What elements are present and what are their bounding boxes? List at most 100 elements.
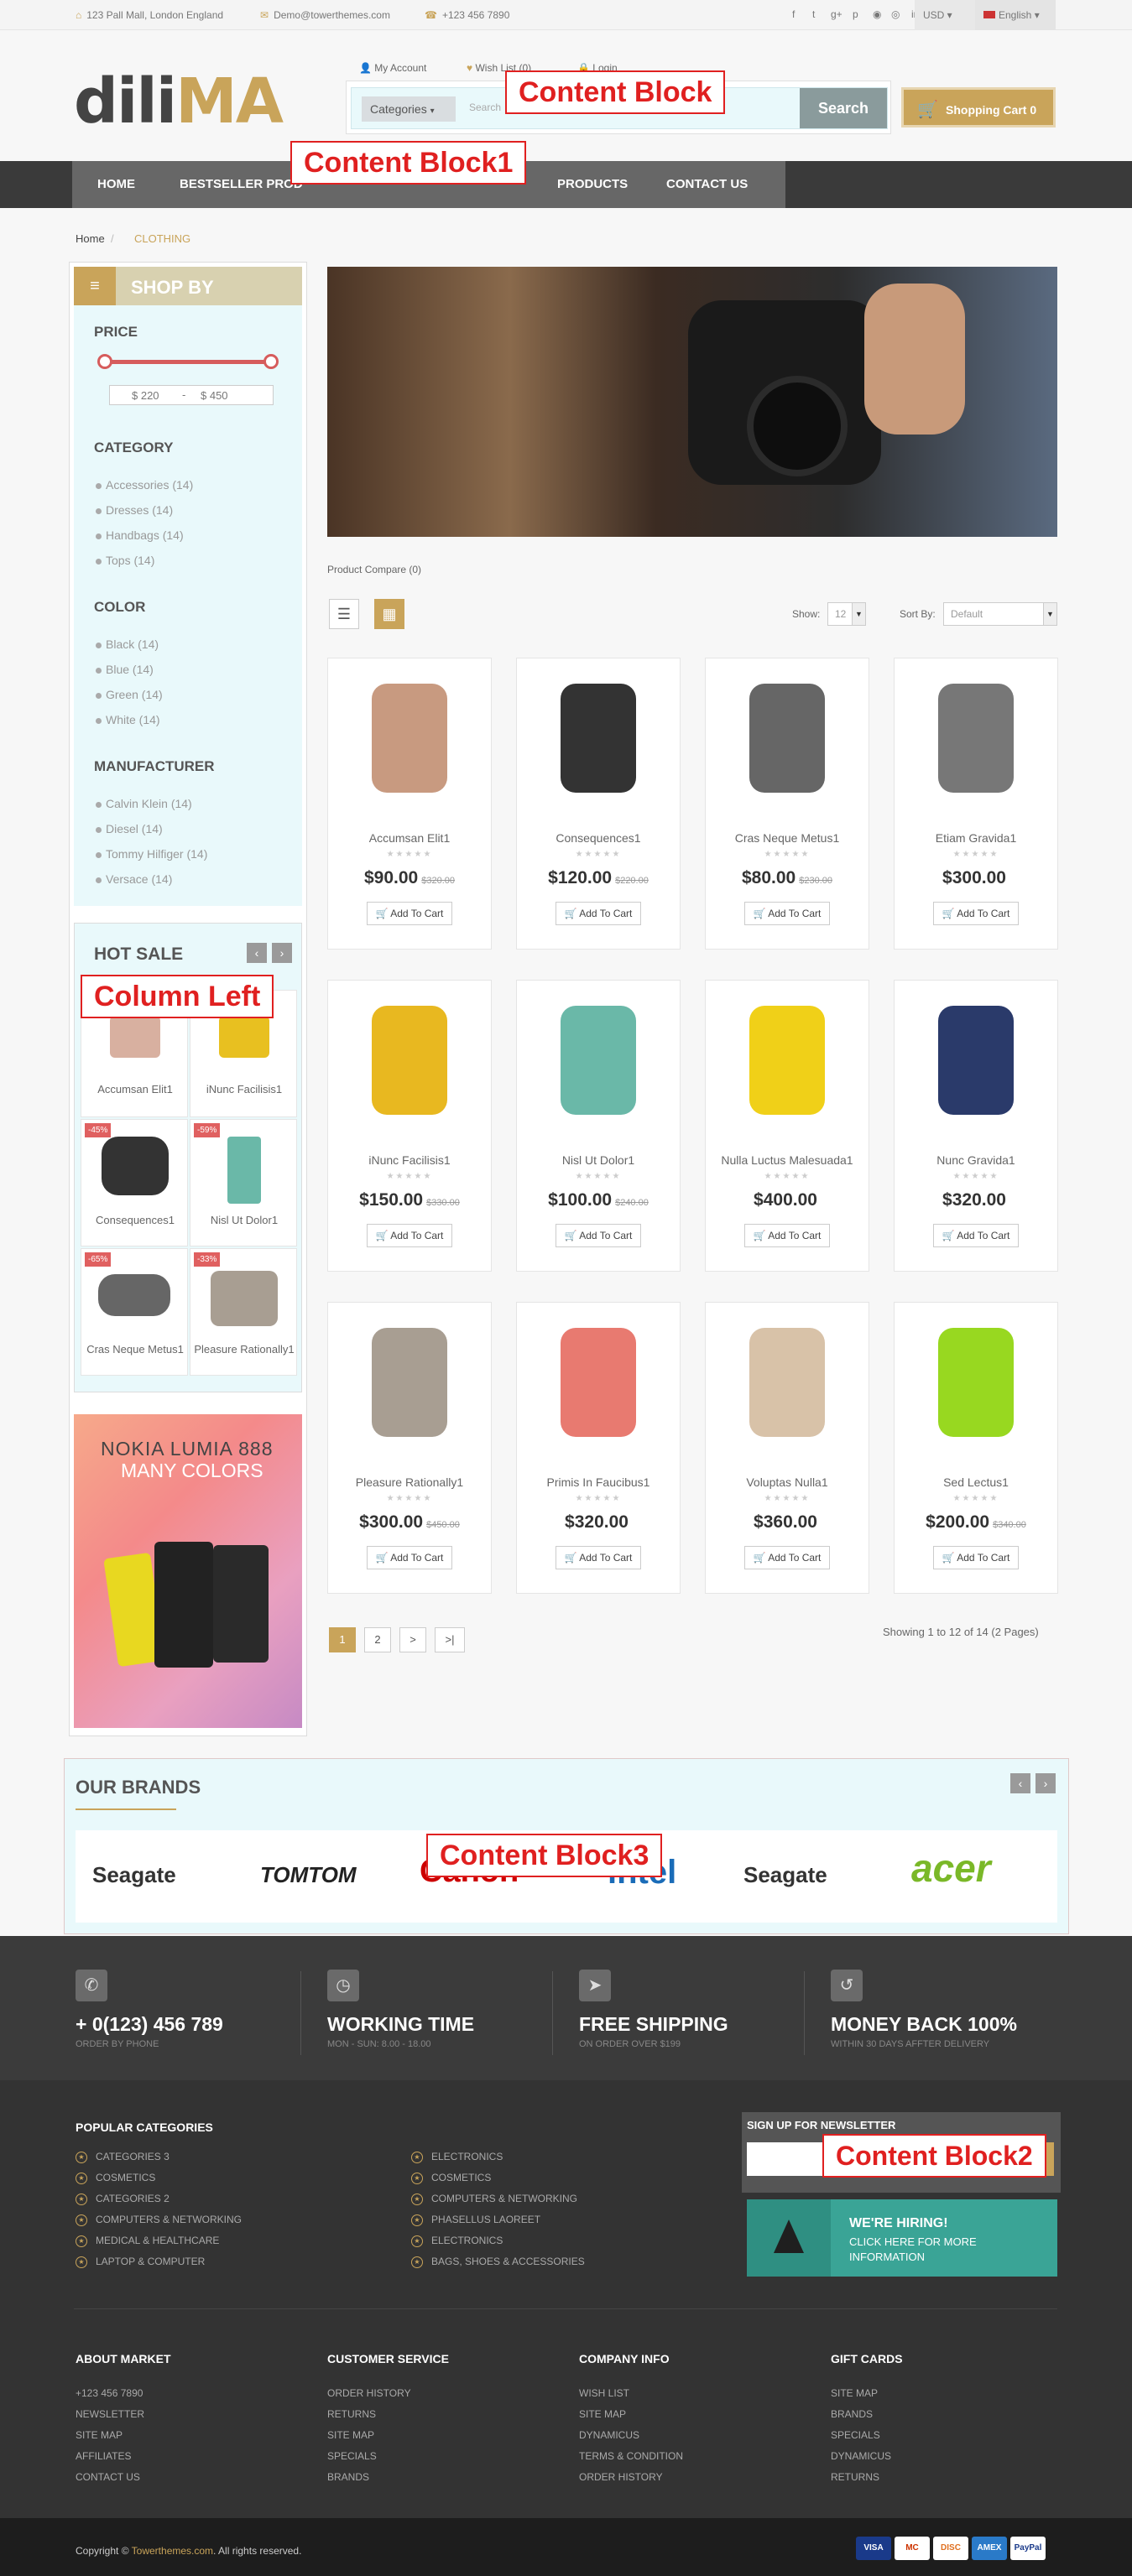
filter-manufacturer[interactable]: Versace (14) — [96, 872, 172, 886]
footer-link[interactable]: ORDER HISTORY — [327, 2387, 411, 2399]
popular-category-link[interactable]: ★ COMPUTERS & NETWORKING — [76, 2214, 242, 2226]
filter-manufacturer[interactable]: Diesel (14) — [96, 822, 163, 835]
product-name[interactable]: Pleasure Rationally1 — [328, 1475, 491, 1489]
product-compare-link[interactable]: Product Compare (0) — [327, 564, 421, 575]
add-to-cart-button[interactable]: 🛒 Add To Cart — [933, 1224, 1019, 1247]
product-image[interactable] — [913, 1311, 1039, 1454]
footer-link[interactable]: SPECIALS — [327, 2450, 377, 2462]
product-name[interactable]: Primis In Faucibus1 — [517, 1475, 680, 1489]
filter-color[interactable]: Blue (14) — [96, 663, 154, 676]
my-account-link[interactable]: 👤 My Account — [359, 62, 426, 74]
categories-select[interactable]: Categories ▾ — [362, 96, 456, 122]
slider-max-handle[interactable] — [263, 354, 279, 369]
footer-link[interactable]: BRANDS — [327, 2471, 369, 2483]
footer-link[interactable]: ORDER HISTORY — [579, 2471, 663, 2483]
page-button[interactable]: 1 — [329, 1627, 356, 1652]
product-name[interactable]: iNunc Facilisis1 — [328, 1153, 491, 1167]
popular-category-link[interactable]: ★ COMPUTERS & NETWORKING — [411, 2193, 577, 2205]
product-image[interactable] — [347, 667, 472, 809]
footer-link[interactable]: SITE MAP — [327, 2429, 374, 2441]
brand-logo[interactable]: acer — [911, 1845, 991, 1891]
copyright-link[interactable]: Towerthemes.com — [132, 2545, 213, 2557]
footer-link[interactable]: BRANDS — [831, 2408, 873, 2420]
logo[interactable]: diliMA — [74, 70, 284, 133]
product-name[interactable]: Voluptas Nulla1 — [706, 1475, 869, 1489]
popular-category-link[interactable]: ★ CATEGORIES 2 — [76, 2193, 170, 2205]
hot-sale-item[interactable]: -33% Pleasure Rationally1 — [190, 1248, 297, 1376]
grid-view-icon[interactable]: ▦ — [374, 599, 404, 629]
product-name[interactable]: Accumsan Elit1 — [328, 831, 491, 845]
footer-link[interactable]: RETURNS — [831, 2471, 879, 2483]
brand-logo[interactable]: Seagate — [92, 1862, 176, 1888]
product-image[interactable] — [535, 667, 661, 809]
add-to-cart-button[interactable]: 🛒 Add To Cart — [556, 1546, 641, 1569]
search-button[interactable]: Search — [800, 88, 887, 128]
footer-link[interactable]: AFFILIATES — [76, 2450, 131, 2462]
filter-color[interactable]: Black (14) — [96, 637, 159, 651]
footer-link[interactable]: SITE MAP — [579, 2408, 626, 2420]
twitter-icon[interactable]: t — [812, 8, 815, 20]
product-image[interactable] — [913, 989, 1039, 1132]
product-card[interactable]: Consequences1 ★★★★★ $120.00 $220.00 🛒 Add To… — [516, 658, 681, 950]
product-card[interactable]: Nisl Ut Dolor1 ★★★★★ $100.00 $240.00 🛒 Add T… — [516, 980, 681, 1272]
brand-logo[interactable]: Seagate — [743, 1862, 827, 1888]
promo-banner[interactable]: NOKIA LUMIA 888 MANY COLORS — [74, 1414, 302, 1728]
product-card[interactable]: iNunc Facilisis1 ★★★★★ $150.00 $330.00 🛒 Add… — [327, 980, 492, 1272]
product-card[interactable]: Primis In Faucibus1 ★★★★★ $320.00 🛒 Add To … — [516, 1302, 681, 1594]
prev-arrow-icon[interactable]: ‹ — [1010, 1773, 1030, 1793]
product-card[interactable]: Nulla Luctus Malesuada1 ★★★★★ $400.00 🛒 Add… — [705, 980, 869, 1272]
filter-color[interactable]: White (14) — [96, 713, 160, 726]
product-image[interactable] — [724, 667, 850, 809]
hot-sale-item[interactable]: -59% Nisl Ut Dolor1 — [190, 1119, 297, 1246]
add-to-cart-button[interactable]: 🛒 Add To Cart — [744, 1224, 830, 1247]
hot-sale-item[interactable]: -45% Consequences1 — [81, 1119, 188, 1246]
product-name[interactable]: Consequences1 — [517, 831, 680, 845]
popular-category-link[interactable]: ★ BAGS, SHOES & ACCESSORIES — [411, 2256, 585, 2268]
product-card[interactable]: Sed Lectus1 ★★★★★ $200.00 $340.00 🛒 Add To C… — [894, 1302, 1058, 1594]
popular-category-link[interactable]: ★ ELECTRONICS — [411, 2235, 503, 2247]
breadcrumb-home[interactable]: Home — [76, 232, 105, 245]
add-to-cart-button[interactable]: 🛒 Add To Cart — [933, 1546, 1019, 1569]
product-name[interactable]: Nunc Gravida1 — [895, 1153, 1057, 1167]
popular-category-link[interactable]: ★ COSMETICS — [76, 2172, 155, 2184]
product-card[interactable]: Pleasure Rationally1 ★★★★★ $300.00 $450.00 🛒… — [327, 1302, 492, 1594]
add-to-cart-button[interactable]: 🛒 Add To Cart — [744, 1546, 830, 1569]
footer-link[interactable]: SITE MAP — [76, 2429, 123, 2441]
rss-icon[interactable]: ◉ — [873, 8, 881, 20]
add-to-cart-button[interactable]: 🛒 Add To Cart — [744, 902, 830, 925]
product-name[interactable]: Nulla Luctus Malesuada1 — [706, 1153, 869, 1167]
product-name[interactable]: Cras Neque Metus1 — [706, 831, 869, 845]
footer-link[interactable]: RETURNS — [327, 2408, 376, 2420]
add-to-cart-button[interactable]: 🛒 Add To Cart — [367, 1224, 452, 1247]
popular-category-link[interactable]: ★ MEDICAL & HEALTHCARE — [76, 2235, 219, 2247]
dribbble-icon[interactable]: ◎ — [891, 8, 900, 20]
sort-select[interactable]: Default ▼ — [943, 602, 1057, 626]
shopping-cart-button[interactable]: 🛒 Shopping Cart 0 — [901, 87, 1056, 127]
filter-category[interactable]: Handbags (14) — [96, 528, 184, 542]
product-image[interactable] — [913, 667, 1039, 809]
product-card[interactable]: Cras Neque Metus1 ★★★★★ $80.00 $230.00 🛒 Add… — [705, 658, 869, 950]
product-image[interactable] — [724, 989, 850, 1132]
filter-manufacturer[interactable]: Calvin Klein (14) — [96, 797, 192, 810]
page-button[interactable]: 2 — [364, 1627, 391, 1652]
nav-products[interactable]: PRODUCTS — [557, 161, 628, 208]
product-image[interactable] — [535, 1311, 661, 1454]
nav-home[interactable]: HOME — [97, 161, 135, 208]
product-name[interactable]: Sed Lectus1 — [895, 1475, 1057, 1489]
currency-select[interactable]: USD ▾ — [915, 0, 975, 30]
footer-link[interactable]: +123 456 7890 — [76, 2387, 143, 2399]
prev-arrow-icon[interactable]: ‹ — [247, 943, 267, 963]
hot-sale-item[interactable]: -65% Cras Neque Metus1 — [81, 1248, 188, 1376]
product-card[interactable]: Nunc Gravida1 ★★★★★ $320.00 🛒 Add To Cart — [894, 980, 1058, 1272]
product-image[interactable] — [724, 1311, 850, 1454]
footer-link[interactable]: CONTACT US — [76, 2471, 140, 2483]
google-plus-icon[interactable]: g+ — [831, 8, 842, 20]
product-card[interactable]: Etiam Gravida1 ★★★★★ $300.00 🛒 Add To Cart — [894, 658, 1058, 950]
product-card[interactable]: Accumsan Elit1 ★★★★★ $90.00 $320.00 🛒 Add To… — [327, 658, 492, 950]
product-name[interactable]: Etiam Gravida1 — [895, 831, 1057, 845]
show-select[interactable]: 12 ▼ — [827, 602, 866, 626]
slider-min-handle[interactable] — [97, 354, 112, 369]
popular-category-link[interactable]: ★ COSMETICS — [411, 2172, 491, 2184]
last-page-button[interactable]: >| — [435, 1627, 465, 1652]
popular-category-link[interactable]: ★ LAPTOP & COMPUTER — [76, 2256, 205, 2268]
